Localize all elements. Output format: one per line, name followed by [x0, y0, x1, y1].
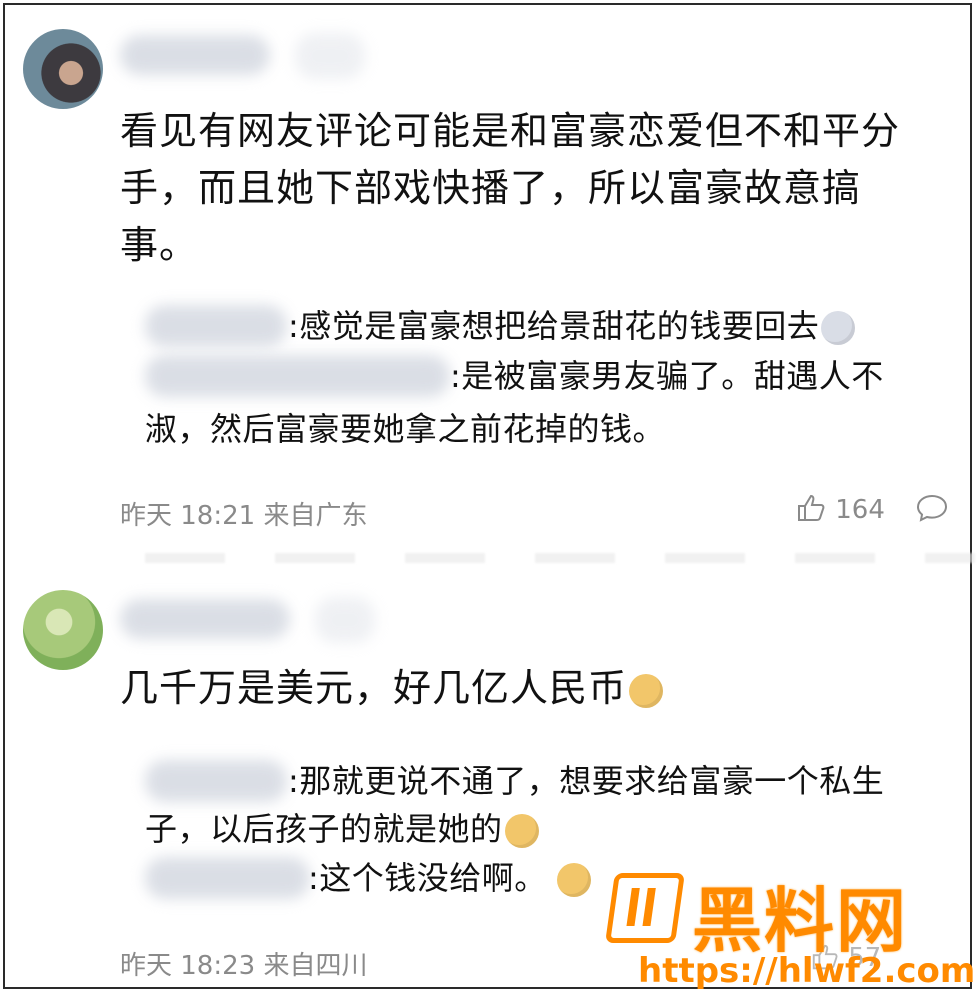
- comment-list: 看见有网友评论可能是和富豪恋爱但不和平分 手，而且她下部戏快播了，所以富豪故意搞…: [3, 3, 975, 991]
- reply-text: :那就更说不通了，想要求给富豪一个私生: [288, 762, 885, 800]
- reply-username-blurred[interactable]: [145, 857, 310, 899]
- watermark-logo-icon: [605, 873, 685, 943]
- user-badge-blurred: [315, 597, 375, 643]
- reply-text: 子，以后孩子的就是她的: [145, 810, 503, 848]
- user-avatar-icon[interactable]: [23, 29, 103, 109]
- comment-line: 手，而且她下部戏快播了，所以富豪故意搞: [120, 166, 862, 210]
- user-badge-blurred: [295, 33, 365, 79]
- husky-emoji-icon: [821, 311, 856, 345]
- like-button[interactable]: 164: [795, 492, 885, 525]
- comment-meta: 昨天 18:21 来自广东: [120, 501, 368, 531]
- thinking-emoji-icon: [556, 863, 591, 897]
- comment-meta: 昨天 18:23 来自四川: [120, 951, 368, 981]
- reply-text: 淑，然后富豪要她拿之前花掉的钱。: [145, 410, 666, 448]
- comment-content: 几千万是美元，好几亿人民币: [120, 660, 664, 717]
- username-blurred[interactable]: [120, 35, 270, 75]
- like-count: 164: [835, 495, 885, 525]
- thumbs-up-icon: [798, 494, 825, 521]
- reply-item: 子，以后孩子的就是她的: [145, 805, 539, 853]
- reply-text: :是被富豪男友骗了。甜遇人不: [450, 357, 884, 395]
- watermark-url: https://hlwf2.com: [638, 951, 976, 991]
- reply-item: :这个钱没给啊。: [308, 854, 591, 902]
- comment-line: 事。: [120, 223, 199, 267]
- reply-username-blurred[interactable]: [145, 760, 287, 802]
- reply-username-blurred[interactable]: [145, 305, 287, 347]
- comment-reply-icon[interactable]: [915, 492, 949, 524]
- divider: [145, 553, 975, 563]
- reply-username-blurred[interactable]: [145, 355, 450, 397]
- reply-item: :感觉是富豪想把给景甜花的钱要回去: [288, 302, 856, 350]
- site-watermark: 黑料网 https://hlwf2.com: [605, 865, 975, 991]
- doge-emoji-icon: [629, 673, 664, 708]
- comment-line: 几千万是美元，好几亿人民币: [120, 666, 628, 710]
- reply-text: :这个钱没给啊。: [308, 859, 547, 897]
- user-avatar-icon[interactable]: [23, 590, 103, 670]
- doge-emoji-icon: [504, 814, 539, 848]
- reply-text: :感觉是富豪想把给景甜花的钱要回去: [288, 307, 820, 345]
- username-blurred[interactable]: [120, 599, 290, 639]
- comment-line: 看见有网友评论可能是和富豪恋爱但不和平分: [120, 109, 901, 153]
- comment-content: 看见有网友评论可能是和富豪恋爱但不和平分 手，而且她下部戏快播了，所以富豪故意搞…: [120, 103, 900, 274]
